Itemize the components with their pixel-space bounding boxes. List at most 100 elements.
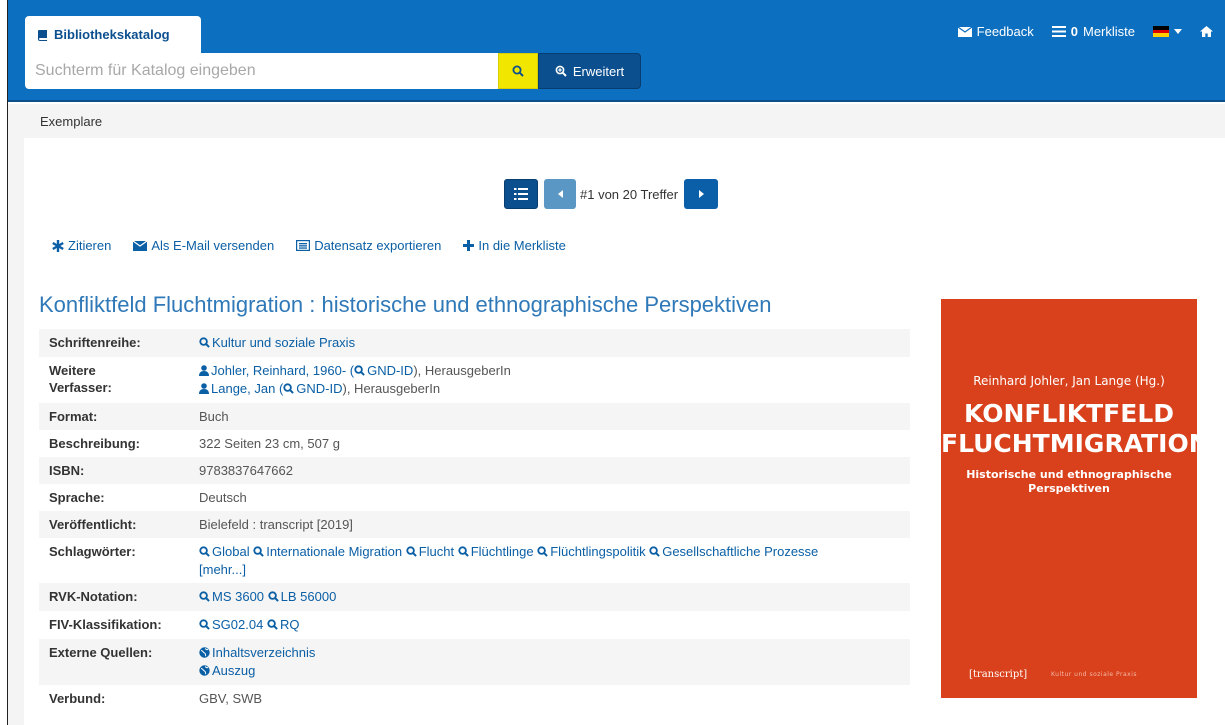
search-bar: Erweitert <box>25 53 641 89</box>
search-icon <box>354 363 365 380</box>
series-value: Kultur und soziale Praxis <box>212 335 356 350</box>
series-link[interactable]: Kultur und soziale Praxis <box>199 335 355 350</box>
home-link[interactable] <box>1200 26 1213 37</box>
result-pager: #1 von 20 Treffer <box>504 179 719 209</box>
fiv-value: SG02.04 <box>212 617 264 632</box>
record-title: Konfliktfeld Fluchtmigration : historisc… <box>39 292 772 317</box>
language-value: Deutsch <box>199 490 247 505</box>
fiv-link[interactable]: RQ <box>267 617 300 634</box>
author-entry: Lange, Jan (GND-ID), HerausgeberIn <box>199 380 900 398</box>
table-row: Verbund: GBV, SWB <box>39 685 910 712</box>
catalog-tab-label: Bibliothekskatalog <box>54 27 170 42</box>
add-to-watchlist-link[interactable]: In die Merkliste <box>463 238 566 253</box>
globe-icon <box>199 663 210 680</box>
cite-link[interactable]: Zitieren <box>52 238 111 253</box>
subject-link[interactable]: Flucht <box>406 544 454 559</box>
search-icon <box>458 544 469 561</box>
table-row: Externe Quellen: Inhaltsverzeichnis Ausz… <box>39 639 910 685</box>
rvk-value: MS 3600 <box>212 589 265 604</box>
search-input[interactable] <box>25 53 498 89</box>
verbund-label: Verbund: <box>49 691 106 706</box>
subject-link[interactable]: Internationale Migration <box>253 544 402 559</box>
series-label: Schriftenreihe: <box>49 335 141 350</box>
table-row: ISBN: 9783837647662 <box>39 457 910 484</box>
fiv-link[interactable]: SG02.04 <box>199 617 263 632</box>
rvk-link[interactable]: LB 56000 <box>268 589 336 604</box>
subject-link[interactable]: Flüchtlingspolitik <box>537 544 646 561</box>
subject-label: Flucht <box>418 544 455 559</box>
search-icon <box>199 335 210 352</box>
cover-title-line2: FLUCHTMIGRATION <box>941 429 1210 458</box>
fiv-label: FIV-Klassifikation: <box>49 617 162 632</box>
published-value: Bielefeld : transcript [2019] <box>199 517 353 532</box>
record-actions: Zitieren Als E-Mail versenden Datensatz … <box>52 238 566 253</box>
isbn-label: ISBN: <box>49 463 85 478</box>
format-value: Buch <box>199 409 229 424</box>
published-label: Veröffentlicht: <box>49 517 137 532</box>
user-icon <box>199 363 209 380</box>
feedback-link[interactable]: Feedback <box>957 24 1034 39</box>
result-list-button[interactable] <box>504 179 538 209</box>
email-link[interactable]: Als E-Mail versenden <box>133 238 274 253</box>
search-icon <box>267 617 278 634</box>
subject-label: Internationale Migration <box>266 544 403 559</box>
advanced-search-button[interactable]: Erweitert <box>538 53 641 89</box>
subject-link[interactable]: Global <box>199 544 250 559</box>
external-sources-label: Externe Quellen: <box>49 645 153 660</box>
format-label: Format: <box>49 409 98 424</box>
top-header: Bibliothekskatalog Erweitert Feedback 0 … <box>8 0 1225 102</box>
rvk-link[interactable]: MS 3600 <box>199 589 264 604</box>
previous-result-button[interactable] <box>544 179 576 209</box>
fiv-value: RQ <box>279 617 300 632</box>
subjects-list: Global Internationale Migration Flucht F… <box>189 538 910 583</box>
search-icon <box>512 65 524 77</box>
toc-link[interactable]: Inhaltsverzeichnis <box>199 645 315 660</box>
top-nav: Feedback 0 Merkliste <box>957 24 1213 39</box>
more-subjects-link[interactable]: [mehr...] <box>199 562 246 577</box>
search-icon <box>406 544 417 561</box>
isbn-value: 9783837647662 <box>199 463 293 478</box>
cite-label: Zitieren <box>68 238 112 253</box>
subject-link[interactable]: Flüchtlinge <box>458 544 534 559</box>
export-link[interactable]: Datensatz exportieren <box>296 238 441 253</box>
book-cover[interactable]: Reinhard Johler, Jan Lange (Hg.) KONFLIK… <box>941 299 1210 698</box>
catalog-tab[interactable]: Bibliothekskatalog <box>25 16 201 53</box>
gnd-label: GND-ID <box>367 363 414 378</box>
table-row: FIV-Klassifikation: SG02.04 RQ <box>39 611 910 639</box>
gnd-link[interactable]: GND-ID <box>354 363 413 378</box>
table-row: Sprache: Deutsch <box>39 484 910 511</box>
authors-label-line1: Weitere <box>49 363 96 378</box>
author-entry: Johler, Reinhard, 1960- (GND-ID), Heraus… <box>199 362 900 380</box>
table-row: Schriftenreihe: Kultur und soziale Praxi… <box>39 329 910 357</box>
author-link[interactable]: Johler, Reinhard, 1960- ( <box>199 363 354 378</box>
envelope-icon <box>133 240 148 251</box>
next-result-button[interactable] <box>684 179 719 209</box>
excerpt-label: Auszug <box>212 663 256 678</box>
language-selector[interactable] <box>1153 26 1182 38</box>
search-icon <box>537 544 549 561</box>
search-icon <box>253 544 264 561</box>
subject-label: Gesellschaftliche Prozesse <box>662 544 819 559</box>
envelope-icon <box>957 26 972 37</box>
watchlist-link[interactable]: 0 Merkliste <box>1051 24 1135 39</box>
verbund-value: GBV, SWB <box>199 691 263 706</box>
subject-link[interactable]: Gesellschaftliche Prozesse <box>649 544 818 559</box>
watchlist-label: Merkliste <box>1082 24 1135 39</box>
window-edge <box>0 0 8 725</box>
numbered-list-icon <box>514 188 528 200</box>
cover-authors: Reinhard Johler, Jan Lange (Hg.) <box>973 374 1165 388</box>
plus-icon <box>463 240 475 251</box>
chevron-right-icon <box>698 190 704 198</box>
search-button[interactable] <box>498 53 538 89</box>
excerpt-link[interactable]: Auszug <box>199 663 255 678</box>
german-flag-icon <box>1153 26 1169 38</box>
chevron-left-icon <box>557 190 563 198</box>
author-name: Johler, Reinhard, 1960- ( <box>211 363 355 378</box>
table-row: RVK-Notation: MS 3600 LB 56000 <box>39 583 910 611</box>
asterisk-icon <box>52 239 64 252</box>
toc-label: Inhaltsverzeichnis <box>212 645 316 660</box>
subjects-label: Schlagwörter: <box>49 544 136 559</box>
gnd-link[interactable]: GND-ID <box>283 381 343 396</box>
author-link[interactable]: Lange, Jan ( <box>199 381 283 396</box>
zoom-in-icon <box>555 65 567 77</box>
